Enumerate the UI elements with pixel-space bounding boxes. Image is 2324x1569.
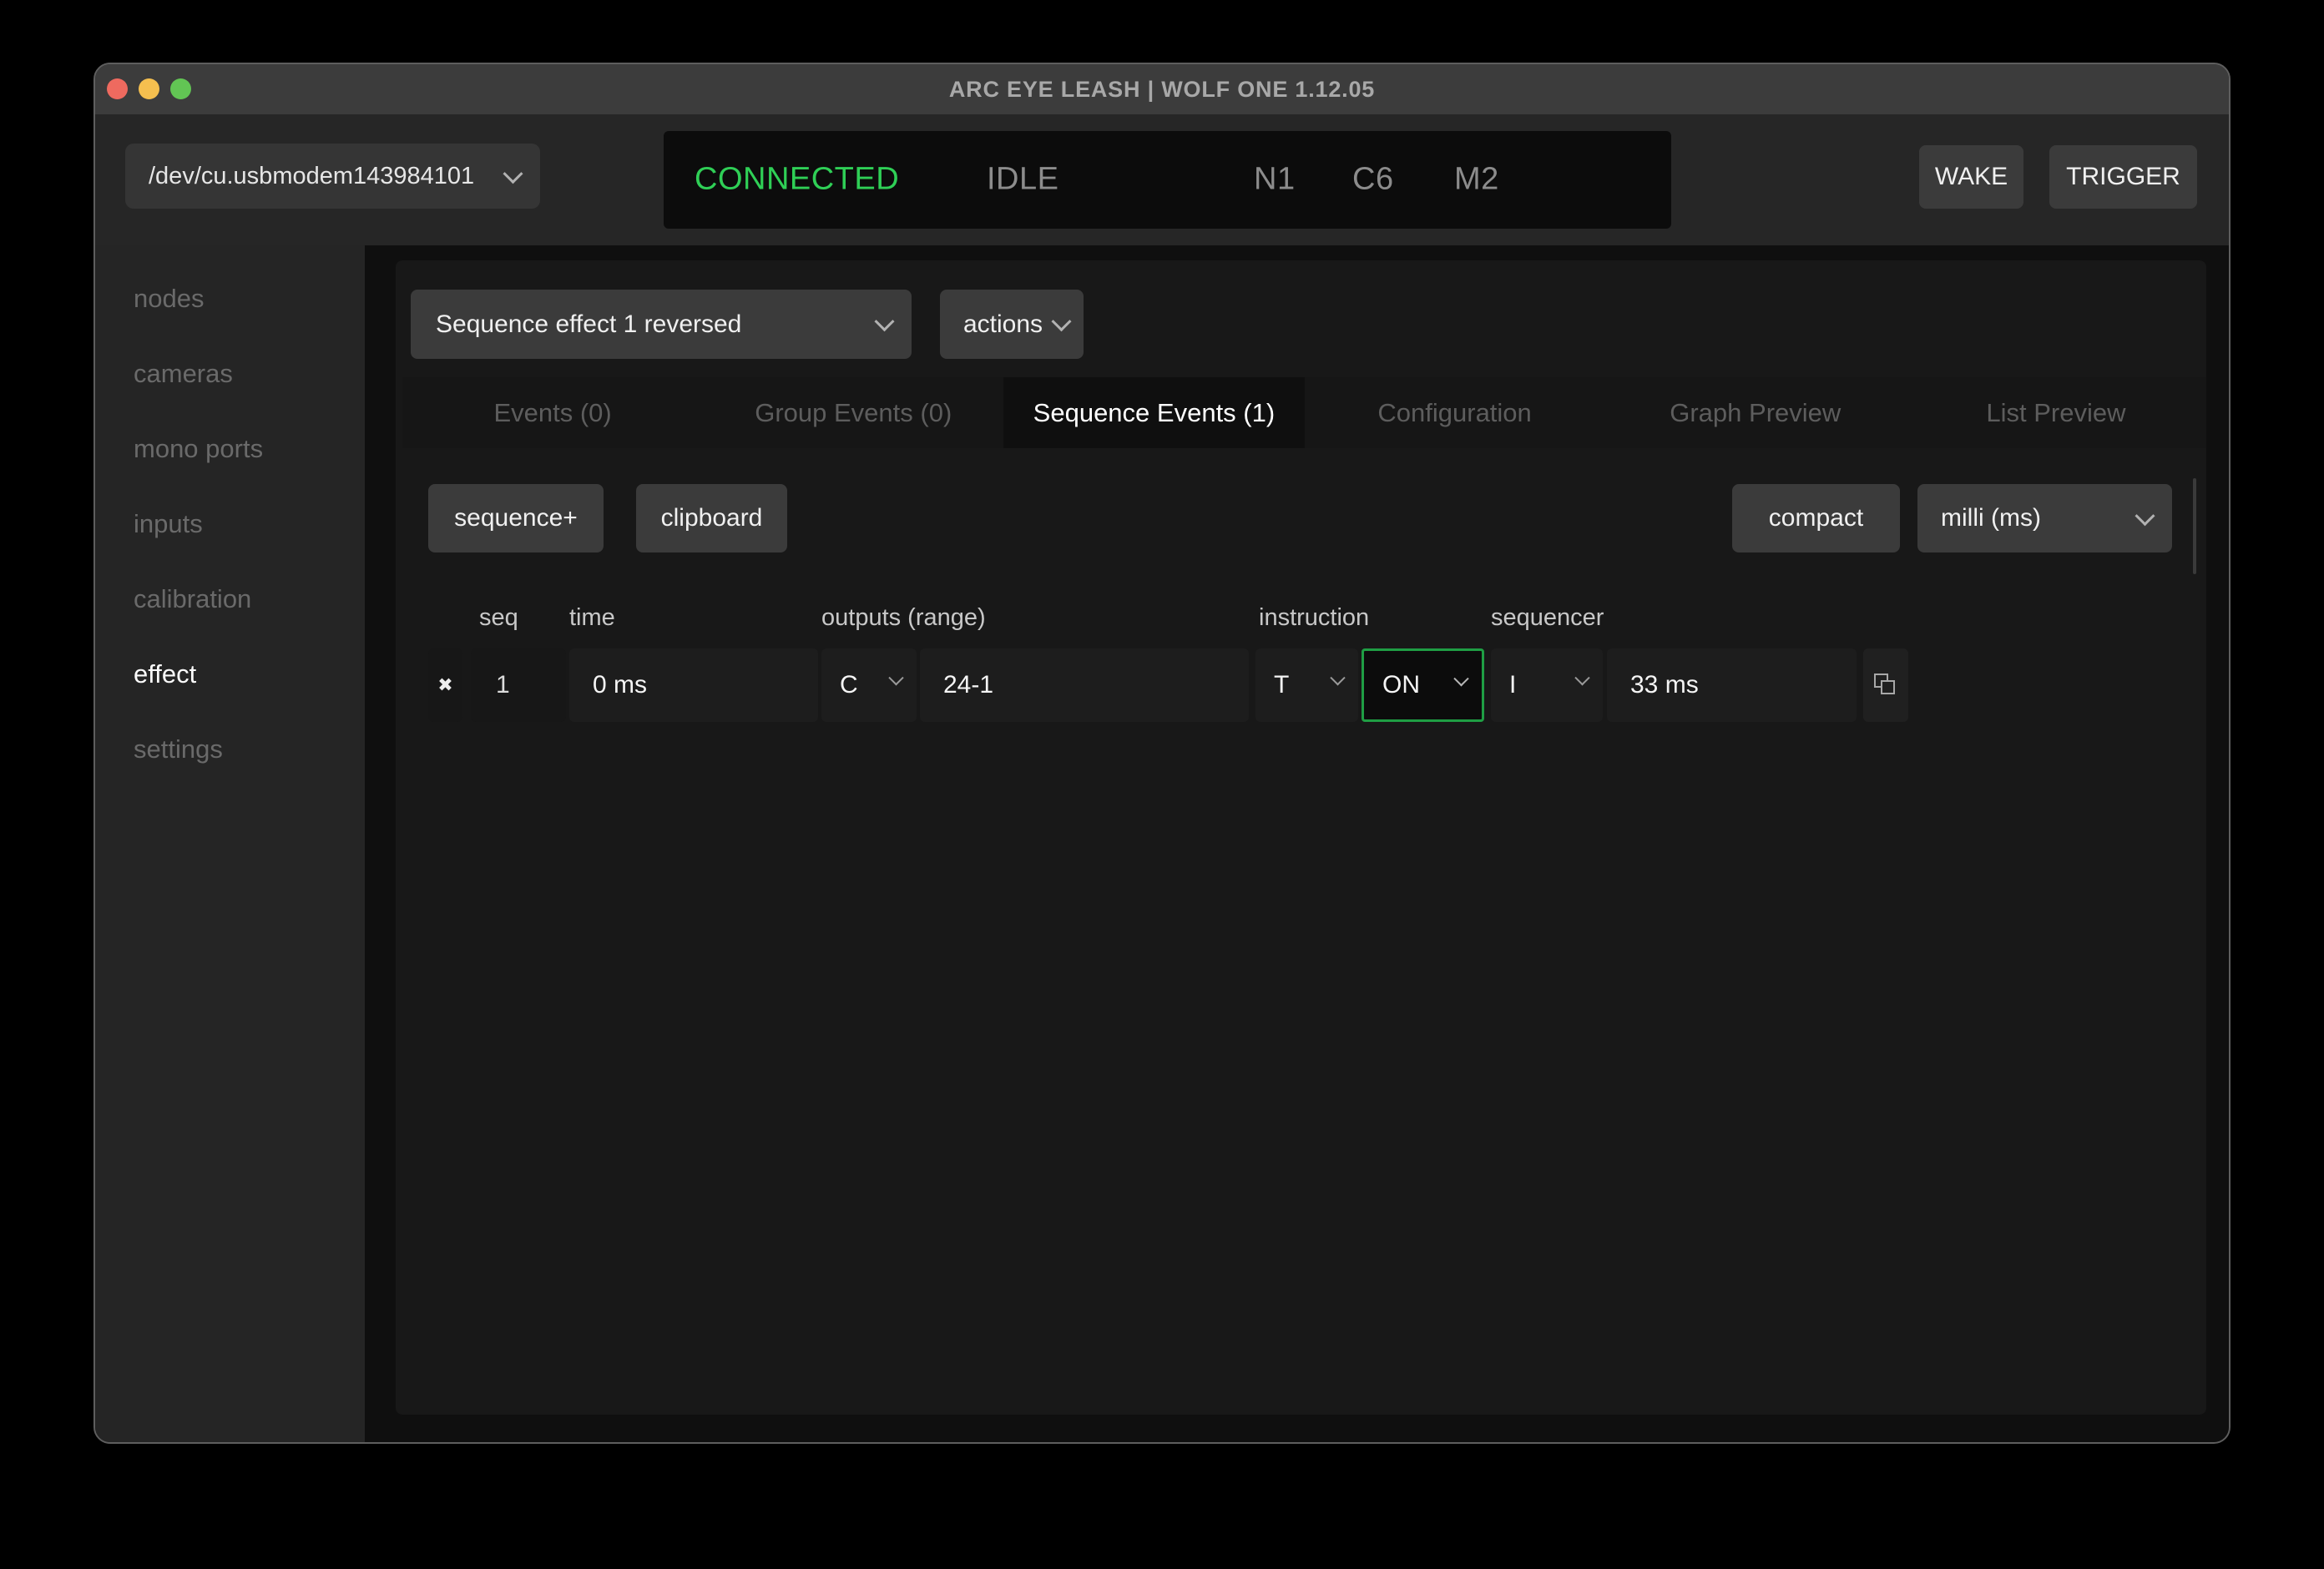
sidebar-item-settings[interactable]: settings: [134, 733, 223, 766]
status-indicator-c6: C6: [1352, 161, 1394, 197]
sidebar: nodes cameras mono ports inputs calibrat…: [95, 245, 365, 1444]
sequencer-duration-input[interactable]: 33 ms: [1607, 648, 1857, 722]
window-title: ARC EYE LEASH | WOLF ONE 1.12.05: [949, 77, 1375, 103]
serial-port-select[interactable]: /dev/cu.usbmodem143984101: [125, 144, 540, 209]
effect-panel: Sequence effect 1 reversed actions Event…: [396, 260, 2206, 1415]
wake-button[interactable]: WAKE: [1919, 145, 2023, 209]
row-duplicate-button[interactable]: [1863, 648, 1908, 722]
device-state: IDLE: [987, 161, 1058, 197]
tab-strip: Events (0) Group Events (0) Sequence Eve…: [402, 377, 2206, 448]
zoom-icon[interactable]: [170, 78, 191, 99]
actions-select-label: actions: [963, 310, 1043, 339]
sequencer-mode-select[interactable]: I: [1491, 648, 1603, 722]
sidebar-item-mono-ports[interactable]: mono ports: [134, 432, 263, 466]
time-unit-select[interactable]: milli (ms): [1917, 484, 2172, 552]
chevron-down-icon: [2135, 506, 2155, 526]
chevron-down-icon: [1051, 311, 1071, 331]
trigger-button[interactable]: TRIGGER: [2049, 145, 2197, 209]
copy-icon: [1874, 674, 1897, 697]
body: nodes cameras mono ports inputs calibrat…: [95, 245, 2229, 1444]
sidebar-item-nodes[interactable]: nodes: [134, 282, 204, 315]
tab-group-events[interactable]: Group Events (0): [703, 377, 1003, 448]
chevron-down-icon: [888, 671, 903, 686]
compact-button[interactable]: compact: [1732, 484, 1900, 552]
main-area: Sequence effect 1 reversed actions Event…: [365, 245, 2229, 1444]
output-range-input[interactable]: 24-1: [920, 648, 1249, 722]
column-header-outputs: outputs (range): [821, 604, 986, 632]
instruction-type-value: T: [1274, 671, 1289, 699]
minimize-icon[interactable]: [139, 78, 159, 99]
status-indicator-n1: N1: [1254, 161, 1296, 197]
actions-select[interactable]: actions: [940, 290, 1084, 359]
tab-events[interactable]: Events (0): [402, 377, 703, 448]
tab-graph-preview[interactable]: Graph Preview: [1605, 377, 1906, 448]
delete-x-icon: ✖: [437, 674, 452, 696]
status-panel: CONNECTED IDLE N1 C6 M2: [664, 131, 1671, 229]
clipboard-button[interactable]: clipboard: [636, 484, 787, 552]
tab-sequence-events[interactable]: Sequence Events (1): [1003, 377, 1304, 448]
scrollbar[interactable]: [2193, 478, 2196, 574]
serial-port-value: /dev/cu.usbmodem143984101: [149, 163, 474, 190]
sequence-add-button[interactable]: sequence+: [428, 484, 604, 552]
effect-select-value: Sequence effect 1 reversed: [436, 310, 741, 339]
status-indicator-m2: M2: [1454, 161, 1499, 197]
instruction-state-select[interactable]: ON: [1362, 648, 1484, 722]
sidebar-item-effect[interactable]: effect: [134, 658, 196, 691]
sequencer-mode-value: I: [1509, 671, 1516, 699]
row-delete-button[interactable]: ✖: [428, 648, 462, 722]
sidebar-item-inputs[interactable]: inputs: [134, 507, 203, 541]
sidebar-item-cameras[interactable]: cameras: [134, 357, 233, 391]
header: /dev/cu.usbmodem143984101 CONNECTED IDLE…: [95, 114, 2229, 245]
chevron-down-icon: [503, 164, 523, 184]
close-icon[interactable]: [107, 78, 128, 99]
app-window: ARC EYE LEASH | WOLF ONE 1.12.05 /dev/cu…: [93, 63, 2231, 1444]
column-header-sequencer: sequencer: [1491, 604, 1604, 632]
output-channel-value: C: [840, 671, 858, 699]
time-unit-value: milli (ms): [1941, 504, 2041, 532]
output-channel-select[interactable]: C: [821, 648, 917, 722]
chevron-down-icon: [1574, 671, 1589, 686]
time-input[interactable]: 0 ms: [569, 648, 818, 722]
instruction-state-value: ON: [1382, 671, 1420, 699]
column-header-seq: seq: [479, 604, 518, 632]
sidebar-item-calibration[interactable]: calibration: [134, 583, 251, 616]
title-bar: ARC EYE LEASH | WOLF ONE 1.12.05: [95, 64, 2229, 114]
column-header-instruction: instruction: [1259, 604, 1369, 632]
tab-configuration[interactable]: Configuration: [1305, 377, 1605, 448]
desktop: ARC EYE LEASH | WOLF ONE 1.12.05 /dev/cu…: [0, 0, 2324, 1569]
chevron-down-icon: [1453, 671, 1468, 686]
chevron-down-icon: [1330, 671, 1345, 686]
tab-list-preview[interactable]: List Preview: [1906, 377, 2206, 448]
instruction-type-select[interactable]: T: [1255, 648, 1358, 722]
chevron-down-icon: [874, 311, 894, 331]
row-seq-number: 1: [471, 648, 566, 722]
connection-status: CONNECTED: [695, 161, 899, 197]
effect-select[interactable]: Sequence effect 1 reversed: [411, 290, 912, 359]
column-header-time: time: [569, 604, 615, 632]
